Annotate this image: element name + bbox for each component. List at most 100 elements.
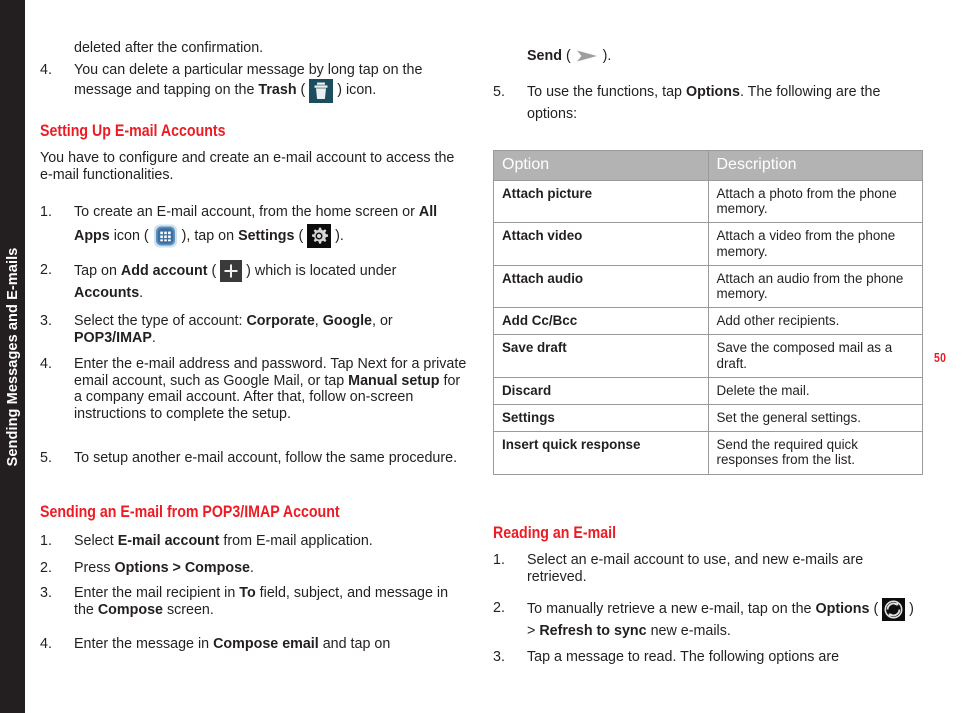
list-item-body: You can delete a particular message by l… [74,62,465,103]
refresh-sync-icon [882,598,906,621]
to-field-label: To [239,585,256,601]
list-item-body: Press Options > Compose. [74,558,465,580]
list-item: 2. Tap on Add account ( ) which is locat… [40,260,465,304]
options-label: Options [685,84,740,100]
refresh-to-sync-label: Refresh to sync [539,623,647,639]
list-item-text: Enter the mail recipient in [74,585,240,601]
list-item-body: Enter the message in Compose email and t… [74,634,465,656]
list-item-body: Tap on Add account ( ) which is located … [74,260,465,304]
accounts-label: Accounts [74,284,140,301]
list-item: 1. To create an E-mail account, from the… [40,202,465,248]
list-item-body: To create an E-mail account, from the ho… [74,202,465,248]
table-row: Settings Set the general settings. [493,404,923,433]
options-table: Option Description Attach picture Attach… [493,150,923,475]
list-item-text: , [314,313,323,329]
list-item-number: 3. [493,649,505,665]
table-row: Attach video Attach a video from the pho… [493,222,923,266]
send-label: Send [527,48,562,64]
list-item: 3. Enter the mail recipient in To field,… [40,585,465,618]
list-item-text: ( [869,601,883,617]
list-item-body: Tap a message to read. The following opt… [527,649,840,665]
list-item-body: To manually retrieve a new e-mail, tap o… [527,598,921,643]
option-description: Send the required quick responses from t… [707,431,923,475]
list-item: 5. To setup another e-mail account, foll… [40,450,465,467]
list-item-text: Select [74,533,118,549]
option-name: Attach audio [493,264,709,309]
column-header-option: Option [493,150,709,181]
column-header-description: Description [707,150,923,181]
list-item-text: ) which is located under [242,263,397,279]
list-item-text: Select the type of account: [74,313,247,329]
continued-paragraph: deleted after the confirmation. [74,40,264,56]
list-item: 1. Select an e-mail account to use, and … [493,552,918,585]
compose-email-label: Compose email [213,636,319,652]
list-item-body: Enter the mail recipient in To field, su… [74,585,465,618]
table-row: Attach audio Attach an audio from the ph… [493,264,923,309]
list-item-text: , or [372,313,393,329]
compose-label: Compose [97,601,163,618]
list-item: 4. Enter the message in Compose email an… [40,634,465,656]
list-item-text: . [139,284,144,301]
table-row: Insert quick response Send the required … [493,431,923,475]
option-description: Set the general settings. [707,404,923,433]
list-item: 4. You can delete a particular message b… [40,62,465,103]
list-item: 4. Enter the e-mail address and password… [40,356,468,422]
option-description: Attach an audio from the phone memory. [707,264,923,309]
list-item: 1. Select E-mail account from E-mail app… [40,531,465,553]
trash-label: Trash [258,81,297,98]
table-row: Attach picture Attach a photo from the p… [493,179,923,224]
list-item-number: 1. [40,533,52,549]
list-item-body: Enter the e-mail address and password. T… [74,356,468,422]
list-item-number: 5. [40,450,52,466]
option-name: Insert quick response [493,431,709,475]
list-item-number: 2. [40,262,52,278]
option-description: Delete the mail. [707,376,923,406]
option-description: Save the composed mail as a draft. [707,334,923,378]
list-item-number: 2. [40,560,52,576]
section-heading-reading: Reading an E-mail [493,524,617,542]
trash-icon [309,78,334,103]
list-item-body: Select an e-mail account to use, and new… [527,552,864,585]
page-number: 50 [934,350,947,365]
list-item-text: . [151,329,156,346]
option-description: Attach a video from the phone memory. [707,222,923,266]
list-item-text: Press [74,560,115,576]
manual-page: Sending Messages and E-mails deleted aft… [0,0,969,713]
list-item-text: ), tap on [177,227,239,244]
list-item-body: To use the functions, tap Options. The f… [527,82,921,125]
option-name: Add Cc/Bcc [493,307,709,336]
section-heading-setting-up: Setting Up E-mail Accounts [40,122,226,140]
table-row: Save draft Save the composed mail as a d… [493,334,923,378]
intro-paragraph: You have to configure and create an e-ma… [40,150,455,183]
list-item-number: 2. [493,600,505,616]
option-name: Attach video [493,222,709,266]
list-item-number: 4. [40,62,52,78]
google-label: Google [322,313,372,329]
chapter-side-tab-label: Sending Messages and E-mails [4,247,21,466]
section-heading-sending: Sending an E-mail from POP3/IMAP Account [40,503,340,521]
send-arrow-icon [575,48,599,64]
options-label: Options [815,601,870,617]
list-item: 5. To use the functions, tap Options. Th… [493,82,921,125]
option-name: Save draft [493,334,709,378]
options-compose-label: Options > Compose [114,560,250,576]
list-item-number: 4. [40,356,52,372]
right-text-column: Send ( ). 5. To use the functions, tap O… [493,0,925,713]
list-item: 3. Select the type of account: Corporate… [40,313,465,346]
send-continuation-line: Send ( ). [527,46,947,68]
list-item-text: To use the functions, tap [527,84,686,100]
option-description: Add other recipients. [707,307,923,336]
list-item: 2. To manually retrieve a new e-mail, ta… [493,598,921,643]
list-item-text: To create an E-mail account, from the ho… [74,204,419,220]
paren-text: ). [598,48,612,64]
list-item-text: and tap on [318,636,391,652]
pop3-imap-label: POP3/IMAP [74,329,152,346]
plus-icon [220,260,243,282]
manual-setup-label: Manual setup [348,372,440,389]
option-name: Settings [493,404,709,433]
list-item-number: 3. [40,585,52,601]
option-name: Attach picture [493,179,709,224]
email-account-label: E-mail account [117,533,220,549]
list-item-text: Enter the message in [74,636,214,652]
table-row: Add Cc/Bcc Add other recipients. [493,307,923,336]
